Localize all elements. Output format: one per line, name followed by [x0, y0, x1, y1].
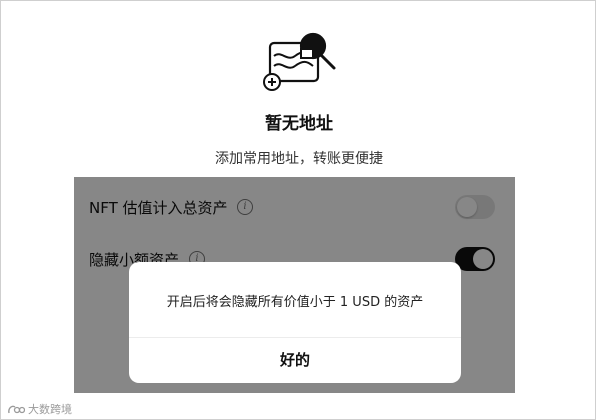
confirm-dialog: 开启后将会隐藏所有价值小于 1 USD 的资产 好的: [129, 262, 461, 383]
ok-button[interactable]: 好的: [129, 338, 461, 383]
empty-state-title: 暂无地址: [265, 114, 333, 134]
address-book-search-icon: [263, 32, 336, 91]
watermark-logo-icon: [8, 405, 25, 413]
empty-state-subtitle: 添加常用地址，转账更便捷: [215, 151, 383, 167]
screenshot-frame: 暂无地址 添加常用地址，转账更便捷 NFT 估值计入总资产 i 隐藏小额资产 i…: [0, 0, 596, 420]
watermark: 大数跨境: [7, 401, 72, 417]
dialog-message: 开启后将会隐藏所有价值小于 1 USD 的资产: [166, 295, 424, 310]
watermark-text: 大数跨境: [28, 403, 72, 416]
